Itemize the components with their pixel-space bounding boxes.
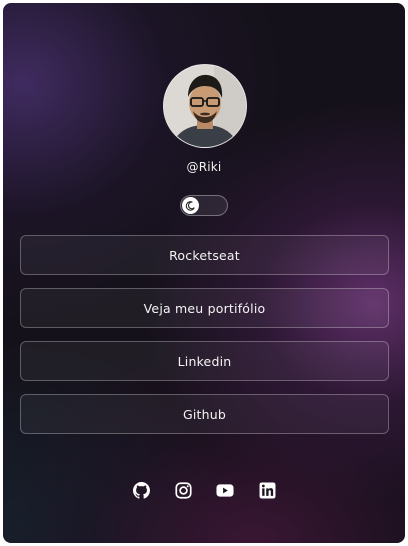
link-github[interactable]: Github	[20, 394, 389, 434]
moon-icon	[185, 201, 195, 211]
youtube-icon[interactable]	[216, 481, 234, 499]
toggle-knob[interactable]	[182, 197, 199, 214]
social-links	[3, 481, 405, 499]
linkedin-icon[interactable]	[258, 481, 276, 499]
link-linkedin[interactable]: Linkedin	[20, 341, 389, 381]
links-list: Rocketseat Veja meu portifólio Linkedin …	[20, 235, 389, 447]
link-rocketseat[interactable]: Rocketseat	[20, 235, 389, 275]
link-portfolio[interactable]: Veja meu portifólio	[20, 288, 389, 328]
username: @Riki	[186, 160, 222, 174]
instagram-icon[interactable]	[174, 481, 192, 499]
github-icon[interactable]	[132, 481, 150, 499]
avatar	[163, 64, 247, 148]
profile-card: @Riki Rocketseat Veja meu portifólio Lin…	[3, 3, 405, 543]
theme-toggle[interactable]	[180, 195, 228, 216]
